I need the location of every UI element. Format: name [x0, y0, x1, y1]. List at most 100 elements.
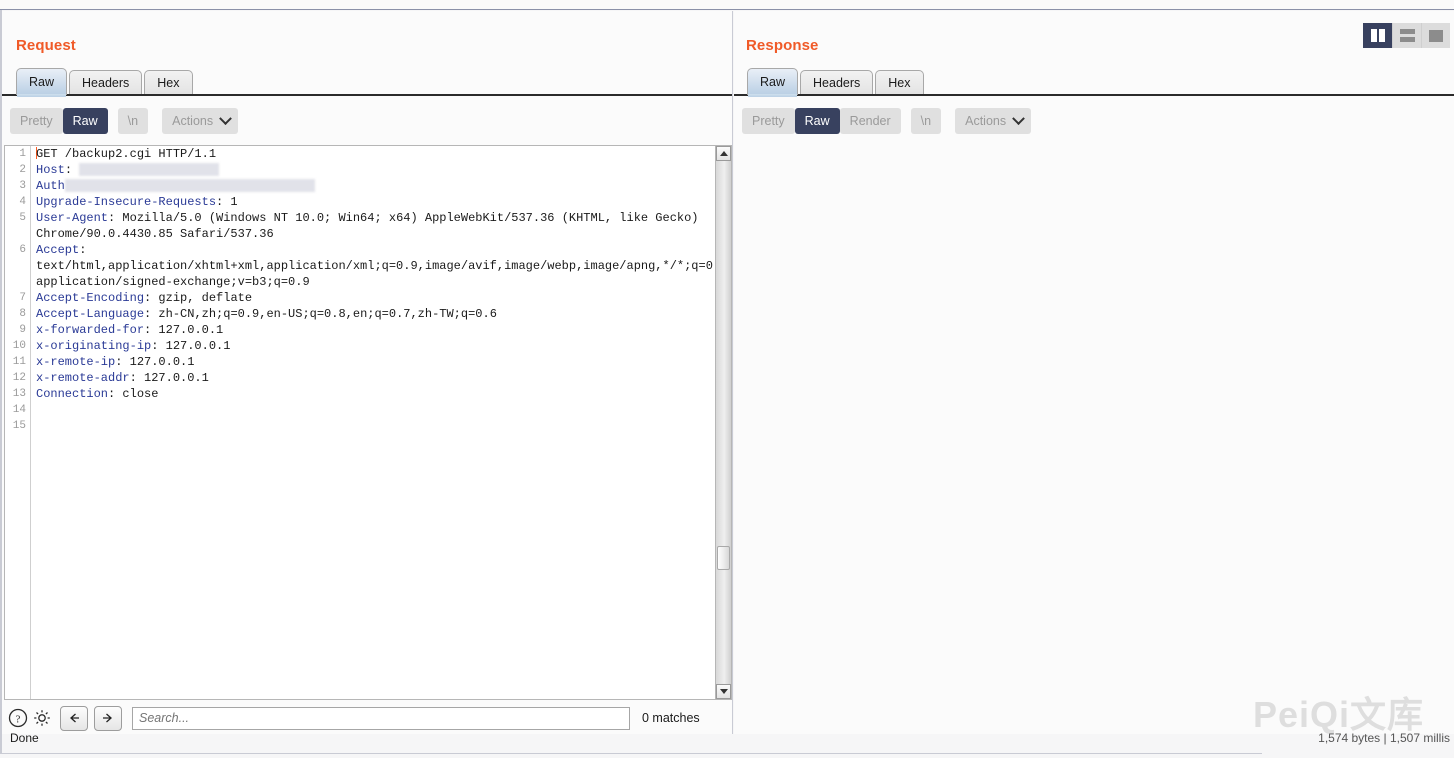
- code-line: Accept-Language: zh-CN,zh;q=0.9,en-US;q=…: [36, 306, 717, 322]
- request-tab-raw[interactable]: Raw: [16, 68, 67, 95]
- header-name: x-originating-ip: [36, 339, 151, 353]
- header-name: Accept-Encoding: [36, 291, 144, 305]
- line-number: 1: [5, 146, 30, 162]
- response-pane: Response Raw Headers Hex Pretty Raw Rend…: [734, 11, 1454, 734]
- text-caret: [36, 147, 37, 159]
- request-tab-underline: [2, 94, 732, 96]
- request-find-bar: ? 0 matches: [6, 703, 734, 733]
- request-find-next-button[interactable]: [94, 706, 122, 731]
- header-name: x-remote-addr: [36, 371, 130, 385]
- code-line: [36, 418, 717, 434]
- request-editor[interactable]: 123456789101112131415 GET /backup2.cgi H…: [4, 145, 718, 700]
- response-size-timing: 1,574 bytes | 1,507 millis: [1318, 731, 1450, 745]
- window-top-strip: [0, 0, 1454, 10]
- layout-single-button[interactable]: [1421, 23, 1450, 48]
- redaction-block: [79, 163, 219, 176]
- code-line: x-remote-ip: 127.0.0.1: [36, 354, 717, 370]
- request-view-toolbar: Pretty Raw \n Actions: [10, 108, 238, 134]
- line-number: 6: [5, 242, 30, 258]
- header-name: Host: [36, 163, 65, 177]
- line-number: 14: [5, 402, 30, 418]
- header-name: Auth: [36, 179, 65, 193]
- request-actions-label: Actions: [172, 114, 213, 128]
- header-name: Accept: [36, 243, 79, 257]
- request-scroll-up-icon[interactable]: [716, 146, 731, 161]
- request-search-input[interactable]: [132, 707, 630, 730]
- code-line: [36, 402, 717, 418]
- layout-side-by-side-button[interactable]: [1363, 23, 1392, 48]
- code-line: x-forwarded-for: 127.0.0.1: [36, 322, 717, 338]
- layout-stacked-button[interactable]: [1392, 23, 1421, 48]
- response-tab-hex[interactable]: Hex: [875, 70, 923, 95]
- burp-message-editor: Request Raw Headers Hex Pretty Raw \n Ac…: [0, 0, 1454, 758]
- request-help-icon[interactable]: ?: [6, 706, 30, 730]
- line-number: 13: [5, 386, 30, 402]
- response-actions-button[interactable]: Actions: [955, 108, 1031, 134]
- response-pretty-button[interactable]: Pretty: [742, 108, 795, 134]
- side-by-side-icon: [1371, 29, 1385, 42]
- header-name: x-remote-ip: [36, 355, 115, 369]
- line-number: 15: [5, 418, 30, 434]
- header-name: Accept-Language: [36, 307, 144, 321]
- code-line: Host:: [36, 162, 717, 178]
- code-line: x-originating-ip: 127.0.0.1: [36, 338, 717, 354]
- code-line: Chrome/90.0.4430.85 Safari/537.36: [36, 226, 717, 242]
- request-tab-bar: Raw Headers Hex: [16, 68, 195, 95]
- response-tab-raw[interactable]: Raw: [747, 68, 798, 95]
- line-number: [5, 226, 30, 242]
- line-number: 2: [5, 162, 30, 178]
- request-settings-gear-icon[interactable]: [30, 706, 54, 730]
- response-view-toolbar: Pretty Raw Render \n Actions: [742, 108, 1031, 134]
- request-raw-text[interactable]: GET /backup2.cgi HTTP/1.1Host: AuthUpgra…: [32, 146, 717, 699]
- request-pane: Request Raw Headers Hex Pretty Raw \n Ac…: [2, 11, 733, 734]
- response-actions-label: Actions: [965, 114, 1006, 128]
- request-scroll-track[interactable]: [716, 161, 731, 684]
- code-line: Auth: [36, 178, 717, 194]
- request-vertical-scrollbar[interactable]: [715, 145, 732, 700]
- request-tab-hex[interactable]: Hex: [144, 70, 192, 95]
- line-number: 7: [5, 290, 30, 306]
- svg-text:?: ?: [16, 713, 21, 725]
- code-line: application/signed-exchange;v=b3;q=0.9: [36, 274, 717, 290]
- request-scroll-thumb[interactable]: [717, 546, 730, 570]
- line-number: 9: [5, 322, 30, 338]
- code-line: User-Agent: Mozilla/5.0 (Windows NT 10.0…: [36, 210, 717, 226]
- line-number: 12: [5, 370, 30, 386]
- response-tab-headers[interactable]: Headers: [800, 70, 873, 95]
- request-scroll-down-icon[interactable]: [716, 684, 731, 699]
- code-line: text/html,application/xhtml+xml,applicat…: [36, 258, 717, 274]
- layout-toggle-group: [1363, 23, 1450, 48]
- code-line: Accept:: [36, 242, 717, 258]
- request-pane-title: Request: [16, 37, 76, 54]
- response-tab-underline: [734, 94, 1454, 96]
- line-number: 11: [5, 354, 30, 370]
- status-message: Done: [10, 731, 39, 745]
- request-raw-button[interactable]: Raw: [63, 108, 108, 134]
- line-number: 3: [5, 178, 30, 194]
- line-number: 8: [5, 306, 30, 322]
- code-line: Accept-Encoding: gzip, deflate: [36, 290, 717, 306]
- request-match-count: 0 matches: [642, 711, 700, 725]
- header-name: x-forwarded-for: [36, 323, 144, 337]
- header-name: Upgrade-Insecure-Requests: [36, 195, 216, 209]
- code-line: Connection: close: [36, 386, 717, 402]
- request-find-prev-button[interactable]: [60, 706, 88, 731]
- line-number: 4: [5, 194, 30, 210]
- response-raw-button[interactable]: Raw: [795, 108, 840, 134]
- request-newline-button[interactable]: \n: [118, 108, 148, 134]
- line-number: [5, 274, 30, 290]
- request-actions-button[interactable]: Actions: [162, 108, 238, 134]
- code-line: x-remote-addr: 127.0.0.1: [36, 370, 717, 386]
- request-pretty-button[interactable]: Pretty: [10, 108, 63, 134]
- code-line: GET /backup2.cgi HTTP/1.1: [36, 146, 717, 162]
- code-line: Upgrade-Insecure-Requests: 1: [36, 194, 717, 210]
- response-newline-button[interactable]: \n: [911, 108, 941, 134]
- request-line-numbers: 123456789101112131415: [5, 146, 31, 699]
- line-number: [5, 258, 30, 274]
- request-tab-headers[interactable]: Headers: [69, 70, 142, 95]
- response-tab-bar: Raw Headers Hex: [747, 68, 926, 95]
- chevron-down-icon: [219, 112, 232, 125]
- chevron-down-icon: [1012, 112, 1025, 125]
- header-name: Connection: [36, 387, 108, 401]
- response-render-button[interactable]: Render: [840, 108, 901, 134]
